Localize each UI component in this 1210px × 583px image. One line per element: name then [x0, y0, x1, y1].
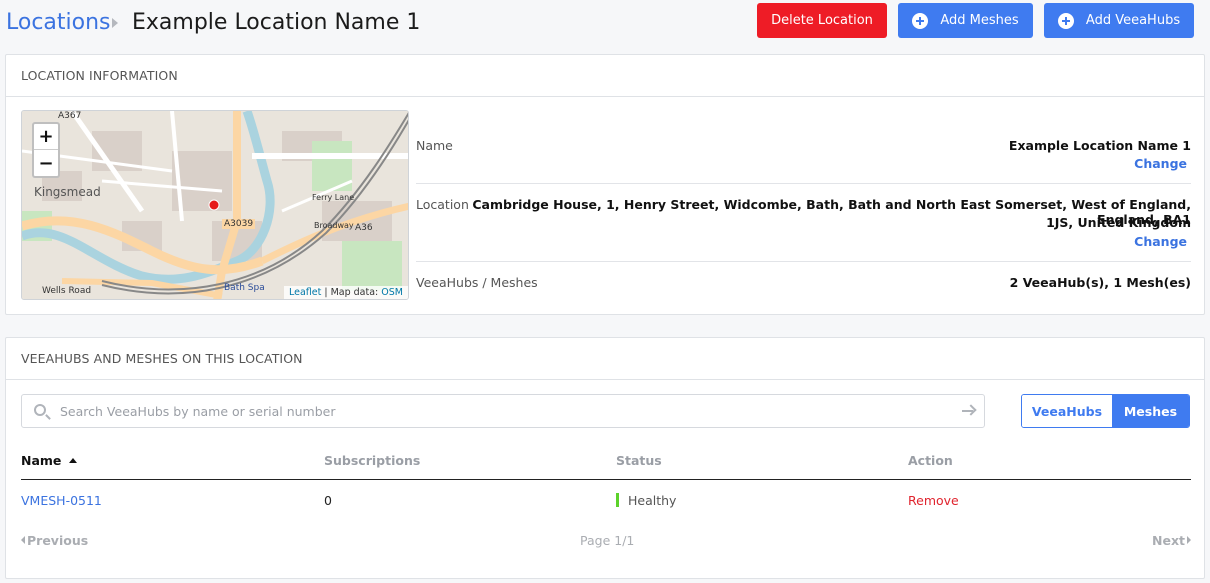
mesh-name-link[interactable]: VMESH-0511 — [21, 493, 102, 508]
toggle-veeahubs[interactable]: VeeaHubs — [1022, 395, 1112, 427]
map-label: Wells Road — [42, 286, 92, 296]
status-cell: Healthy — [616, 493, 676, 508]
top-bar: Locations Example Location Name 1 Delete… — [0, 0, 1210, 50]
next-label: Next — [1152, 533, 1185, 548]
change-name-link[interactable]: Change — [1134, 156, 1187, 171]
veeahubs-meshes-header: VEEAHUBS AND MESHES ON THIS LOCATION — [6, 338, 1204, 380]
column-header-action: Action — [908, 453, 953, 468]
previous-label: Previous — [27, 533, 89, 548]
location-map[interactable]: A367 Kingsmead A3039 Ferry Lane Broadway… — [21, 110, 409, 300]
hubs-label: VeeaHubs / Meshes — [416, 275, 538, 290]
veeahubs-meshes-panel: VEEAHUBS AND MESHES ON THIS LOCATION Vee… — [5, 337, 1205, 579]
map-label: Bath Spa — [224, 283, 265, 293]
map-label: Ferry Lane — [312, 193, 355, 202]
column-header-subscriptions[interactable]: Subscriptions — [324, 453, 420, 468]
location-marker-icon — [208, 199, 220, 211]
column-header-name[interactable]: Name — [21, 453, 78, 468]
search-bar — [21, 394, 985, 428]
osm-link[interactable]: OSM — [381, 287, 403, 298]
map-label: Kingsmead — [34, 185, 101, 199]
remove-link[interactable]: Remove — [908, 493, 959, 508]
previous-page-button[interactable]: Previous — [21, 533, 88, 548]
plus-circle-icon — [912, 12, 929, 29]
leaflet-link[interactable]: Leaflet — [289, 287, 321, 298]
breadcrumb-chevron-icon — [112, 18, 118, 28]
name-value: Example Location Name 1 — [1008, 138, 1191, 153]
chevron-left-icon — [21, 536, 25, 544]
map-zoom-control: + − — [32, 122, 60, 178]
change-location-link[interactable]: Change — [1134, 234, 1187, 249]
hubs-value: 2 VeeaHub(s), 1 Mesh(es) — [1009, 275, 1191, 290]
page-title: Example Location Name 1 — [132, 10, 421, 35]
arrow-right-icon[interactable] — [962, 405, 976, 417]
status-indicator — [616, 493, 619, 507]
name-label: Name — [416, 138, 453, 153]
map-attribution: Leaflet | Map data: OSM — [283, 286, 408, 299]
next-page-button[interactable]: Next — [1152, 533, 1191, 548]
sort-ascending-icon — [69, 458, 78, 463]
plus-circle-icon — [1057, 12, 1074, 29]
zoom-out-button[interactable]: − — [34, 150, 58, 176]
delete-location-button[interactable]: Delete Location — [757, 3, 887, 38]
map-label: A36 — [355, 223, 373, 233]
attribution-separator: | Map data: — [321, 287, 382, 298]
column-header-status[interactable]: Status — [616, 453, 662, 468]
add-veeahubs-button[interactable]: Add VeeaHubs — [1044, 3, 1194, 38]
breadcrumb-locations-link[interactable]: Locations — [6, 10, 111, 35]
search-icon — [34, 404, 46, 416]
name-row: Name Example Location Name 1 Change — [416, 97, 1191, 184]
add-meshes-label: Add Meshes — [940, 13, 1019, 28]
zoom-in-button[interactable]: + — [34, 124, 58, 150]
location-information-header: LOCATION INFORMATION — [6, 55, 1204, 97]
table-header-divider — [21, 479, 1191, 480]
map-label: A3039 — [222, 219, 256, 229]
delete-location-label: Delete Location — [771, 13, 873, 28]
toggle-meshes[interactable]: Meshes — [1111, 395, 1189, 427]
type-toggle: VeeaHubs Meshes — [1021, 394, 1190, 428]
column-header-name-label: Name — [21, 453, 62, 468]
page-indicator: Page 1/1 — [580, 533, 635, 548]
location-row: Location Cambridge House, 1, Henry Stree… — [416, 184, 1191, 262]
chevron-right-icon — [1186, 536, 1191, 544]
status-text: Healthy — [628, 493, 677, 508]
map-label: Broadway — [314, 221, 354, 230]
location-information-panel: LOCATION INFORMATION A367 Kingsmead A303… — [5, 54, 1205, 315]
search-input[interactable] — [60, 401, 940, 421]
map-label: A367 — [58, 111, 82, 121]
hubs-row: VeeaHubs / Meshes 2 VeeaHub(s), 1 Mesh(e… — [416, 262, 1191, 304]
add-meshes-button[interactable]: Add Meshes — [898, 3, 1033, 38]
add-veeahubs-label: Add VeeaHubs — [1085, 13, 1181, 28]
location-value-line2: 1JS, United Kingdom — [1046, 215, 1191, 230]
location-details: Name Example Location Name 1 Change Loca… — [416, 97, 1191, 304]
subscriptions-value: 0 — [324, 493, 332, 508]
